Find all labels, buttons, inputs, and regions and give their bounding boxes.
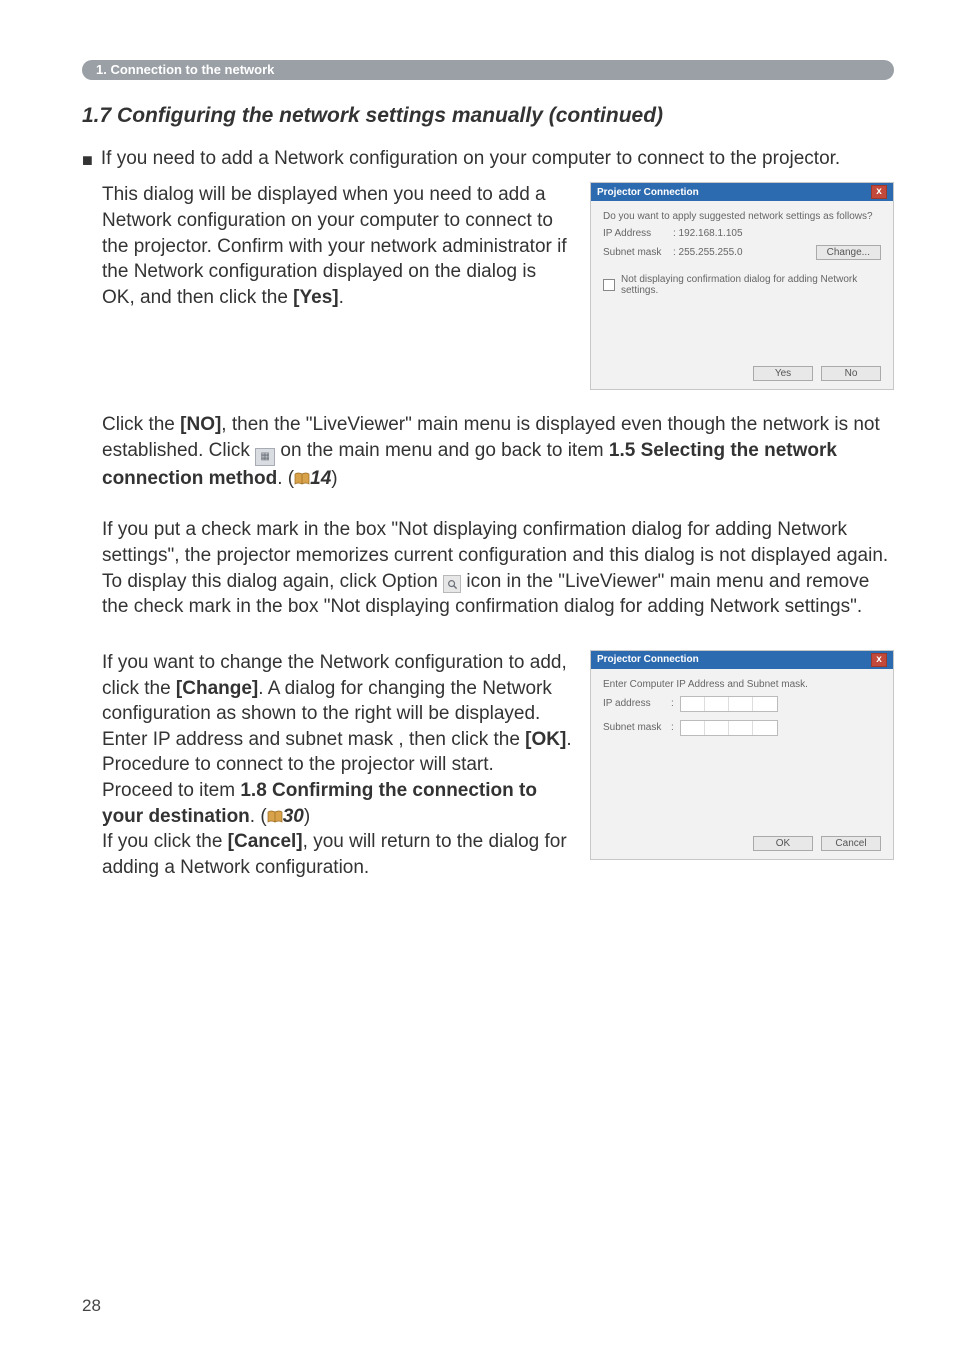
dialog2-sep-2: :: [671, 722, 674, 733]
section-header-pill: 1. Connection to the network: [82, 60, 894, 80]
dialog2-question: Enter Computer IP Address and Subnet mas…: [603, 679, 881, 690]
dialog-enter-ip: Projector Connection x Enter Computer IP…: [590, 650, 894, 860]
dialog2-ok-button[interactable]: OK: [753, 836, 813, 851]
book-icon: [294, 472, 310, 486]
dialog2-subnet-input[interactable]: [680, 720, 778, 736]
dialog2-titlebar: Projector Connection x: [591, 651, 893, 669]
paragraph-3: If you put a check mark in the box "Not …: [102, 517, 894, 620]
intro-bullet: ■ If you need to add a Network configura…: [82, 146, 894, 172]
paragraph-2: Click the [NO], then the "LiveViewer" ma…: [102, 412, 894, 491]
dialog1-close-button[interactable]: x: [871, 185, 887, 199]
dialog1-titlebar: Projector Connection x: [591, 183, 893, 201]
p1-yes-label: [Yes]: [293, 287, 338, 308]
page-heading: 1.7 Configuring the network settings man…: [82, 104, 894, 128]
sm-octet-2[interactable]: [705, 721, 729, 735]
dialog2-close-button[interactable]: x: [871, 653, 887, 667]
dialog2-subnet-label: Subnet mask: [603, 722, 665, 733]
p2-dot: . (: [277, 468, 294, 489]
dialog2-title: Projector Connection: [597, 654, 699, 665]
p2-a: Click the: [102, 414, 180, 435]
paragraph-1: This dialog will be displayed when you n…: [102, 182, 572, 310]
p2-page-ref: 14: [310, 468, 331, 489]
dialog2-sep-1: :: [671, 698, 674, 709]
dialog1-ip-label: IP Address: [603, 228, 665, 239]
intro-text: If you need to add a Network configurati…: [101, 146, 840, 172]
p4-proceed-dot: . (: [250, 806, 267, 827]
ip-octet-2[interactable]: [705, 697, 729, 711]
p4-change: [Change]: [176, 678, 258, 699]
dialog2-cancel-button[interactable]: Cancel: [821, 836, 881, 851]
ip-octet-1[interactable]: [681, 697, 705, 711]
sm-octet-1[interactable]: [681, 721, 705, 735]
p2-c: on the main menu and go back to item: [275, 440, 609, 461]
dialog1-checkbox[interactable]: [603, 279, 615, 291]
paragraph-4: If you want to change the Network config…: [102, 650, 572, 881]
dialog1-question: Do you want to apply suggested network s…: [603, 211, 881, 222]
ip-octet-3[interactable]: [729, 697, 753, 711]
p1-dot: .: [339, 287, 344, 308]
book-icon: [267, 810, 283, 824]
p4-cancel-a: If you click the: [102, 831, 228, 852]
liveviewer-connect-icon: ▦: [255, 448, 275, 466]
dialog1-subnet-value: : 255.255.255.0: [673, 247, 743, 258]
sm-octet-4[interactable]: [753, 721, 777, 735]
dialog1-checkbox-label: Not displaying confirmation dialog for a…: [621, 274, 881, 296]
dialog1-ip-value: : 192.168.1.105: [673, 228, 743, 239]
p4-ok: [OK]: [525, 729, 566, 750]
p4-proceed-a: Proceed to item: [102, 780, 240, 801]
dialog2-ip-input[interactable]: [680, 696, 778, 712]
p4-close: ): [304, 806, 310, 827]
dialog1-no-button[interactable]: No: [821, 366, 881, 381]
sm-octet-3[interactable]: [729, 721, 753, 735]
dialog-confirm-network: Projector Connection x Do you want to ap…: [590, 182, 894, 390]
ip-octet-4[interactable]: [753, 697, 777, 711]
p4-cancel: [Cancel]: [228, 831, 303, 852]
p2-no: [NO]: [180, 414, 221, 435]
p4-page-ref: 30: [283, 806, 304, 827]
page-number: 28: [82, 1296, 101, 1316]
dialog2-ip-label: IP address: [603, 698, 665, 709]
dialog1-change-button[interactable]: Change...: [816, 245, 881, 260]
option-search-icon: [443, 575, 461, 593]
bullet-mark: ■: [82, 148, 93, 172]
dialog1-yes-button[interactable]: Yes: [753, 366, 813, 381]
dialog1-title: Projector Connection: [597, 187, 699, 198]
p2-close: ): [331, 468, 337, 489]
dialog1-subnet-label: Subnet mask: [603, 247, 665, 258]
